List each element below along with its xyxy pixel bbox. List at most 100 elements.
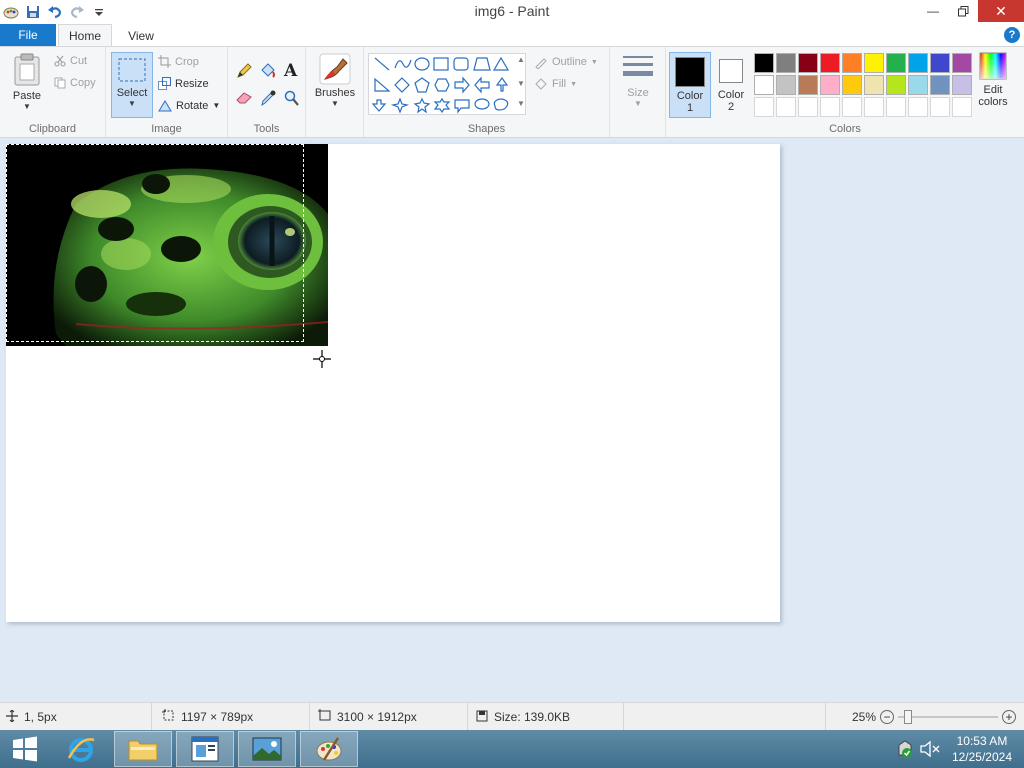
resize-button[interactable]: Resize [158,77,209,90]
selection-marquee[interactable] [6,144,304,342]
text-tool[interactable]: A [284,61,297,81]
palette-swatch[interactable] [820,53,840,73]
color2-button[interactable]: Color 2 [711,52,751,118]
brushes-button[interactable]: Brushes ▼ [314,53,356,108]
palette-swatch[interactable] [886,97,906,117]
shapes-gallery[interactable] [368,53,526,115]
paint-palette-icon [316,737,342,761]
taskbar-photos-app[interactable] [238,731,296,767]
palette-swatch[interactable] [908,97,928,117]
internet-explorer-icon [67,738,95,762]
palette-swatch[interactable] [754,53,774,73]
zoom-in-button[interactable]: + [1002,710,1017,724]
color1-label-line2: 1 [686,102,694,114]
palette-swatch[interactable] [908,53,928,73]
palette-swatch[interactable] [798,75,818,95]
status-bar: 1, 5px 1197 × 789px 3100 × 1912px Size: … [0,702,1024,731]
palette-swatch[interactable] [842,75,862,95]
palette-swatch[interactable] [930,53,950,73]
copy-button[interactable]: Copy [54,77,96,89]
palette-swatch[interactable] [952,97,972,117]
zoom-out-button[interactable]: − [880,710,895,724]
palette-swatch[interactable] [754,97,774,117]
tab-home[interactable]: Home [58,24,112,47]
outline-icon [535,58,547,69]
select-rectangle-icon [118,58,146,82]
color-picker-tool[interactable] [261,90,276,106]
palette-swatch[interactable] [864,53,884,73]
shapes-scroll-down[interactable]: ▼ [517,79,525,88]
clipboard-group: Paste ▼ Cut Copy Clipboard [0,47,106,137]
image-size-icon [318,709,331,725]
system-clock[interactable]: 10:53 AM 12/25/2024 [952,733,1012,765]
palette-swatch[interactable] [930,75,950,95]
edit-colors-line1: Edit [983,84,1003,96]
outline-button[interactable]: Outline ▼ [534,55,598,69]
palette-swatch[interactable] [754,75,774,95]
cut-button[interactable]: Cut [54,55,87,67]
palette-swatch[interactable] [820,75,840,95]
folder-icon [128,740,158,761]
image-size: 3100 × 1912px [312,703,468,731]
taskbar-paint[interactable] [300,731,358,767]
action-center-icon[interactable] [896,739,914,762]
shapes-scroll-up[interactable]: ▲ [517,55,525,64]
shapes-expand[interactable]: ▼ [517,99,525,108]
palette-swatch[interactable] [842,53,862,73]
tab-file[interactable]: File [0,24,56,46]
palette-swatch[interactable] [952,75,972,95]
eraser-icon [236,92,252,104]
crop-button[interactable]: Crop [158,55,199,68]
palette-swatch[interactable] [952,53,972,73]
outline-label: Outline [552,56,587,68]
palette-swatch[interactable] [842,97,862,117]
palette-swatch[interactable] [908,75,928,95]
palette-swatch[interactable] [820,97,840,117]
pencil-icon [237,63,252,78]
restore-button[interactable] [948,0,978,22]
palette-swatch[interactable] [776,53,796,73]
fill-tool[interactable] [259,63,277,79]
palette-swatch[interactable] [776,75,796,95]
start-button[interactable] [0,731,50,767]
brushes-label: Brushes [314,87,356,99]
help-icon[interactable]: ? [1004,27,1020,43]
pencil-tool[interactable] [236,63,252,79]
edit-colors-button[interactable]: Edit colors [972,52,1014,118]
color1-button[interactable]: Color 1 [669,52,711,118]
canvas-workspace [0,139,1024,702]
palette-swatch[interactable] [798,53,818,73]
palette-swatch[interactable] [864,75,884,95]
eraser-tool[interactable] [236,91,253,104]
size-group: Size ▼ [610,47,666,137]
fill-label: Fill [552,78,567,90]
zoom-slider-thumb[interactable] [904,710,913,724]
rotate-button[interactable]: Rotate ▼ [158,99,220,112]
size-button[interactable]: Size ▼ [618,53,658,108]
palette-swatch[interactable] [776,97,796,117]
image-group: Select ▼ Crop Resize Rotate ▼ Image [106,47,228,137]
fill-button[interactable]: Fill ▼ [534,77,577,91]
minimize-button[interactable]: — [918,0,948,22]
palette-swatch[interactable] [864,97,884,117]
palette-swatch[interactable] [930,97,950,117]
drawing-canvas[interactable] [6,144,780,622]
paste-button[interactable]: Paste ▼ [8,53,46,111]
scissors-icon [54,55,66,67]
magnifier-tool[interactable] [284,90,299,106]
eyedropper-icon [261,90,276,106]
tab-view[interactable]: View [116,24,166,47]
taskbar-file-explorer[interactable] [114,731,172,767]
tools-group-label: Tools [253,123,280,135]
document-window-icon [191,736,219,762]
palette-swatch[interactable] [886,75,906,95]
close-button[interactable]: ✕ [978,0,1024,22]
zoom-slider[interactable] [898,710,999,724]
select-button[interactable]: Select ▼ [111,52,153,118]
palette-swatch[interactable] [798,97,818,117]
taskbar-document-app[interactable] [176,731,234,767]
palette-swatch[interactable] [886,53,906,73]
shapes-group-label: Shapes [467,123,506,135]
taskbar-internet-explorer[interactable] [52,731,110,767]
volume-muted-icon[interactable] [920,740,940,761]
